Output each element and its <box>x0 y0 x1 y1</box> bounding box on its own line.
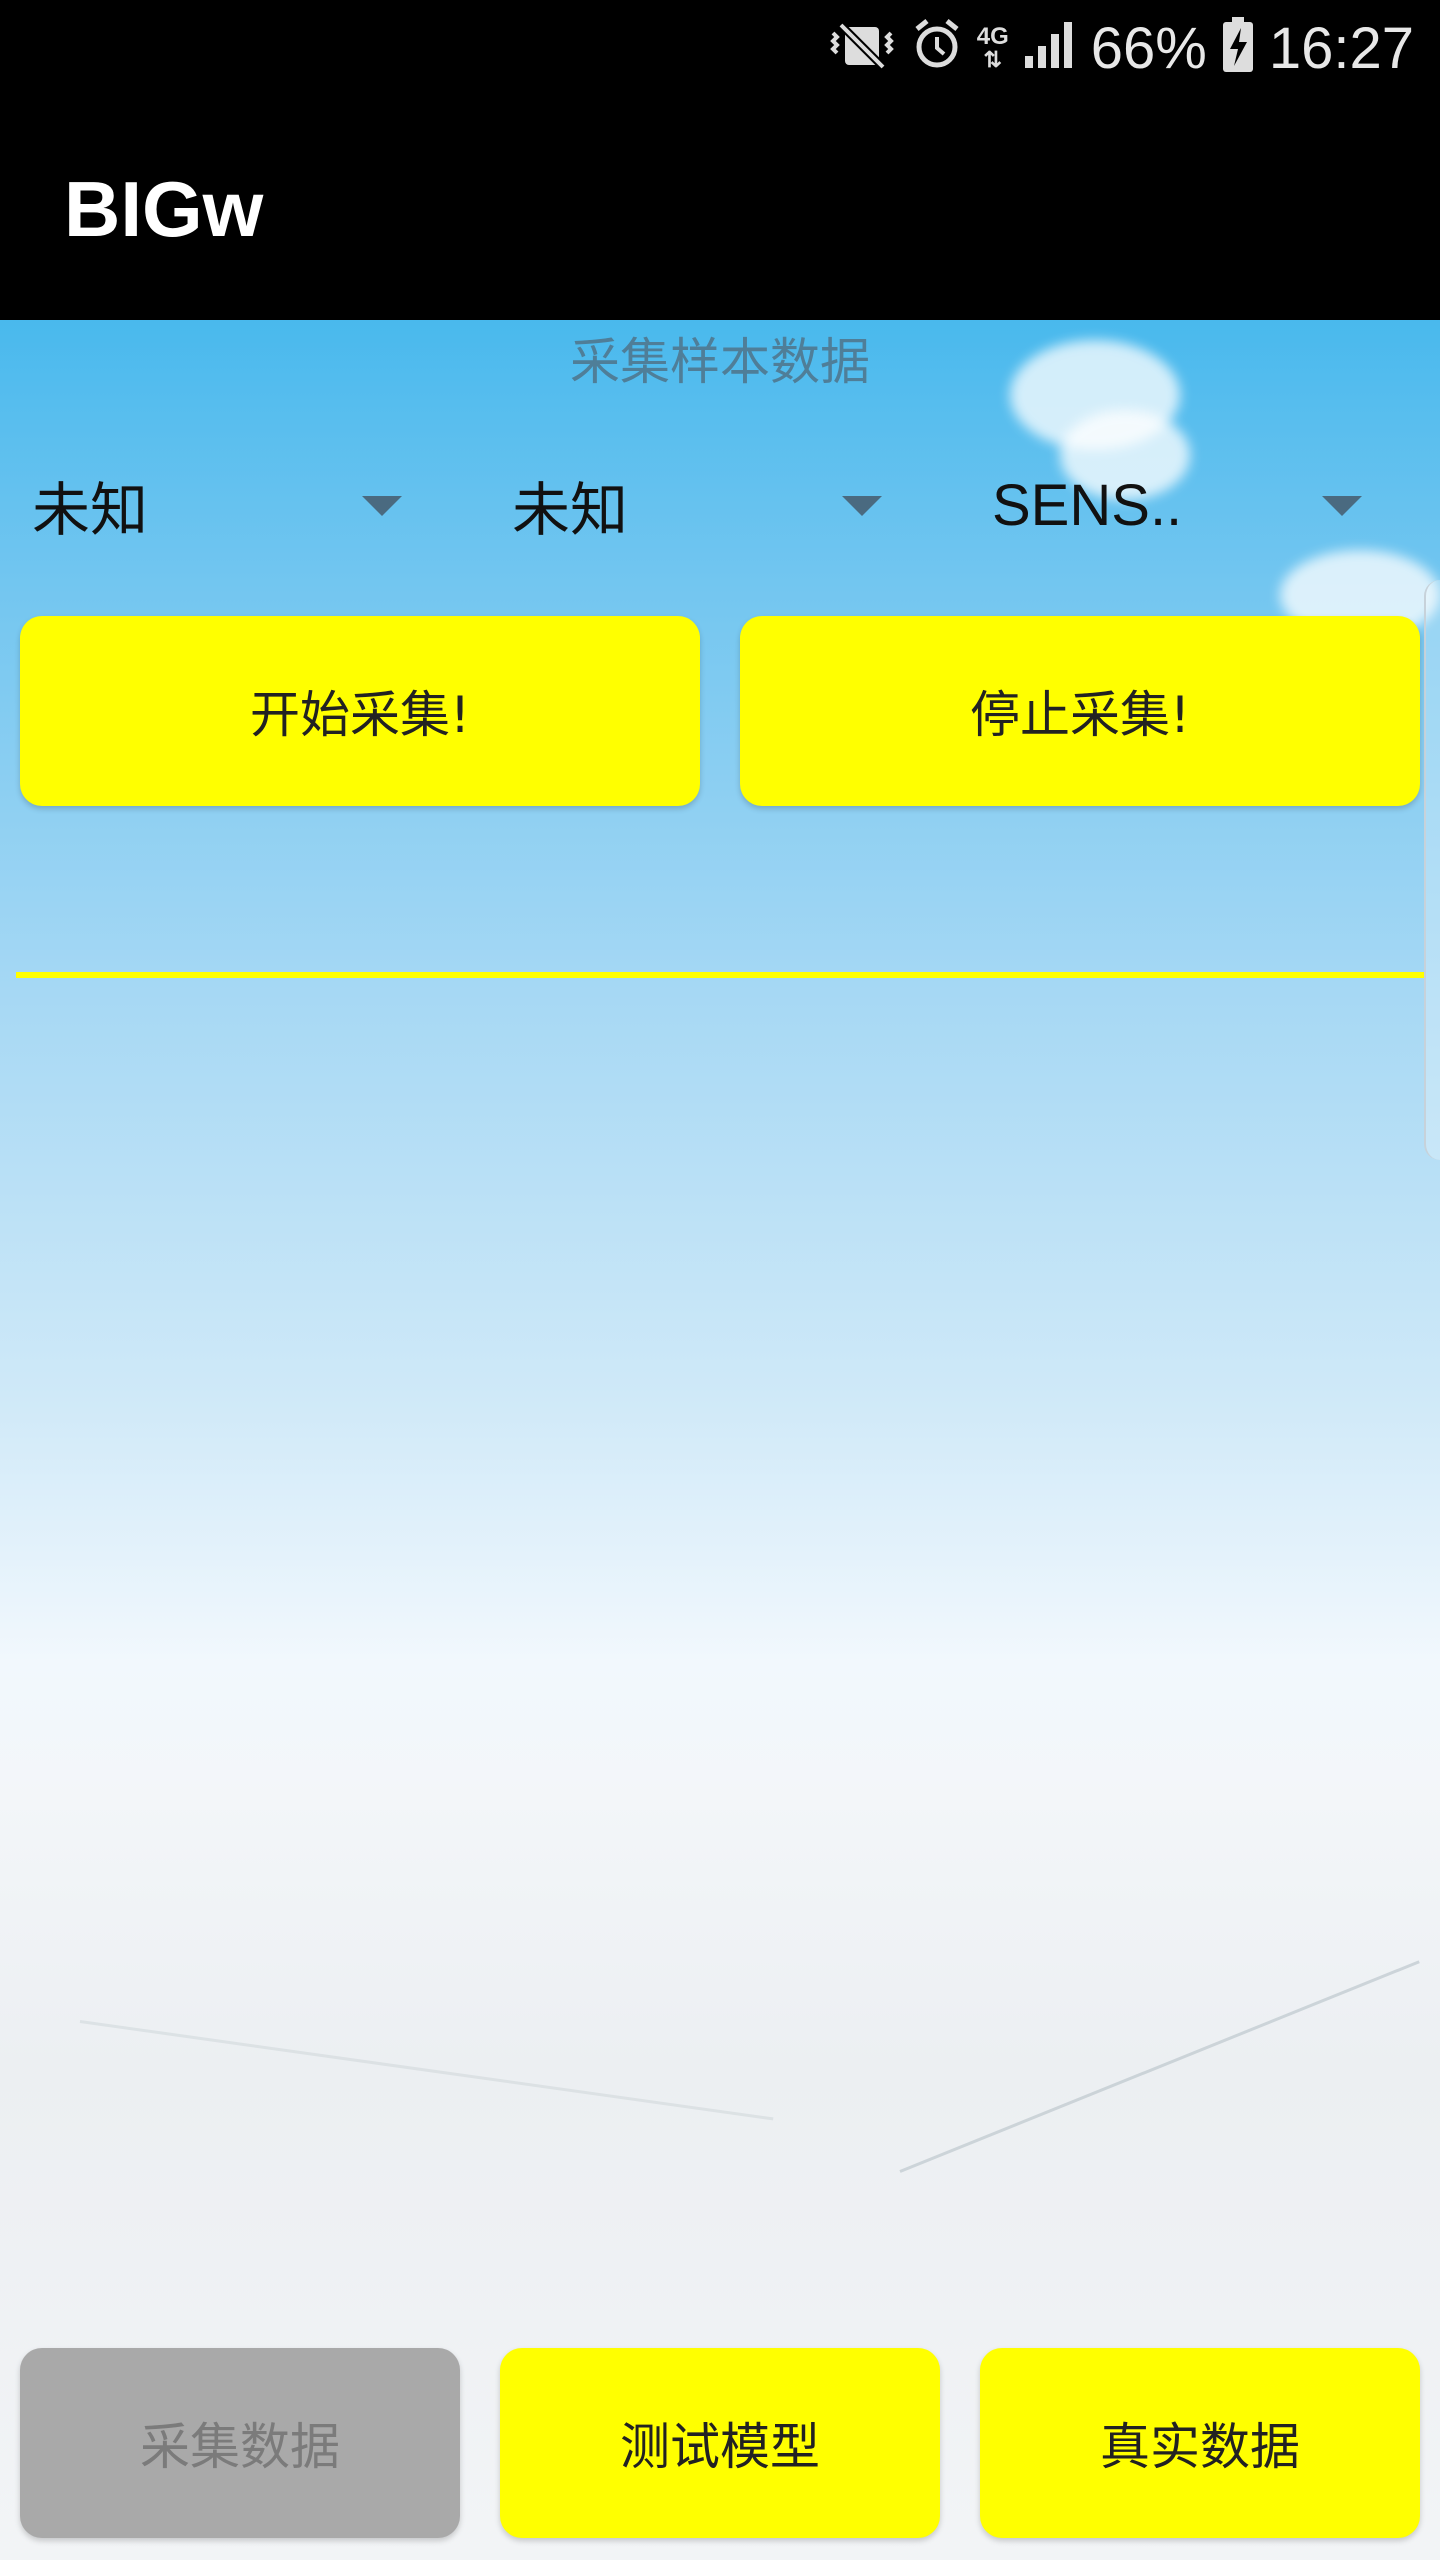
status-icons: 4G ⇅ 66% 16:27 <box>827 12 1414 84</box>
section-title: 采集样本数据 <box>570 333 870 391</box>
alarm-icon <box>911 17 963 80</box>
signal-icon <box>1023 20 1077 77</box>
collect-data-button[interactable]: 采集数据 <box>20 2348 460 2538</box>
input-underline <box>16 972 1424 978</box>
network-type: 4G <box>976 23 1009 50</box>
spinner-2[interactable]: 未知 <box>512 460 892 550</box>
real-data-button[interactable]: 真实数据 <box>980 2348 1420 2538</box>
test-model-button[interactable]: 测试模型 <box>500 2348 940 2538</box>
dropdown-arrow-icon <box>362 496 402 516</box>
spinner-1-value: 未知 <box>32 478 149 543</box>
network-indicator: 4G ⇅ <box>977 25 1009 71</box>
edge-panel-handle[interactable] <box>1424 580 1440 1160</box>
app-title: BIGw <box>64 165 264 253</box>
spinner-3-value: SENS.. <box>992 472 1183 538</box>
app-bar: BIGw <box>0 96 1440 320</box>
snow-texture <box>79 2020 774 2121</box>
spinner-3[interactable]: SENS.. <box>992 460 1372 550</box>
start-collect-button[interactable]: 开始采集! <box>20 616 700 806</box>
snow-texture <box>899 1960 1420 2173</box>
spinner-2-value: 未知 <box>512 478 629 543</box>
stop-collect-button[interactable]: 停止采集! <box>740 616 1420 806</box>
battery-charging-icon <box>1221 16 1255 81</box>
spinner-1[interactable]: 未知 <box>32 460 412 550</box>
dropdown-arrow-icon <box>1322 496 1362 516</box>
main-content: 采集样本数据 未知 未知 SENS.. 开始采集! 停止采集! 采集数据 测试模… <box>0 320 1440 2560</box>
dropdown-arrow-icon <box>842 496 882 516</box>
clock: 16:27 <box>1268 15 1414 81</box>
data-arrows-icon: ⇅ <box>983 47 1002 72</box>
vibrate-icon <box>827 17 897 80</box>
status-bar: 4G ⇅ 66% 16:27 <box>0 0 1440 96</box>
battery-percent: 66% <box>1090 15 1207 81</box>
